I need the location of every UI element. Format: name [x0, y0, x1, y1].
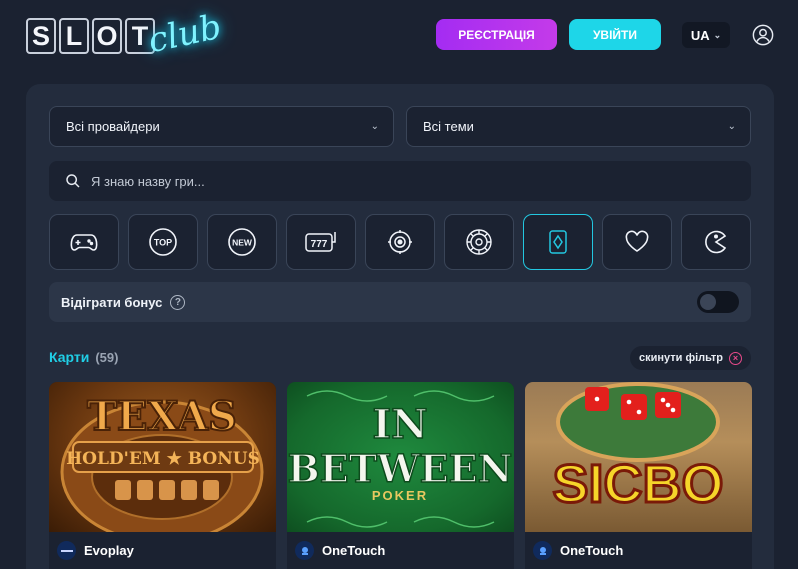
in-between-poker-artwork: IN BETWEEN POKER [287, 390, 513, 528]
slot-machine-icon: 777 [305, 232, 336, 252]
onetouch-logo-icon [533, 541, 552, 560]
heart-icon [625, 230, 649, 252]
reset-filter-button[interactable]: скинути фільтр × [630, 346, 751, 370]
chevron-down-icon: ⌄ [370, 121, 379, 132]
target-icon [388, 230, 412, 254]
pacman-icon [705, 230, 727, 254]
wager-bonus-row: Відіграти бонус ? [49, 282, 751, 322]
logo-letter: S [26, 18, 56, 54]
close-icon: × [729, 351, 743, 365]
search-icon [66, 174, 80, 188]
search-input[interactable] [91, 173, 691, 189]
category-arcade[interactable] [681, 214, 751, 270]
category-slots[interactable]: 777 [286, 214, 356, 270]
game-thumbnail[interactable]: IN BETWEEN POKER [287, 382, 514, 532]
game-art-caption: POKER [372, 488, 428, 503]
game-card[interactable]: SICBO OneTouch [525, 382, 752, 569]
section-header: Карти (59) [49, 349, 118, 365]
category-target[interactable] [365, 214, 435, 270]
register-button[interactable]: Реєстрація [436, 19, 557, 50]
onetouch-logo-icon [295, 541, 314, 560]
logo-club-word: club [144, 6, 225, 62]
top-icon: TOP [149, 228, 177, 256]
game-art-subtitle: HOLD'EM ★ BONUS [66, 449, 260, 469]
user-account-icon[interactable] [752, 24, 774, 46]
themes-dropdown-value: Всі теми [423, 119, 474, 134]
chevron-down-icon: ⌄ [713, 29, 722, 40]
providers-dropdown-value: Всі провайдери [66, 119, 160, 134]
sicbo-artwork: SICBO [551, 382, 725, 516]
chevron-down-icon: ⌄ [727, 121, 736, 132]
wager-bonus-label: Відіграти бонус [61, 294, 163, 310]
provider-name: Evoplay [84, 543, 134, 558]
wager-bonus-toggle[interactable] [697, 291, 739, 313]
slotclub-logo[interactable]: S L O T club [26, 6, 226, 64]
help-icon[interactable]: ? [170, 294, 186, 310]
category-roulette[interactable] [444, 214, 514, 270]
game-art-title: TEXAS [87, 393, 237, 440]
cards-icon [549, 230, 567, 254]
category-bar: TOP NEW 777 [49, 214, 751, 270]
slot-icon-text: 777 [311, 239, 328, 250]
section-title: Карти [49, 349, 90, 365]
new-icon-text: NEW [232, 238, 253, 248]
roulette-icon [466, 229, 492, 255]
game-art-title: SICBO [552, 454, 723, 514]
category-all-games[interactable] [49, 214, 119, 270]
logo-slot-word: S L O T [26, 18, 155, 54]
toggle-knob [700, 294, 716, 310]
category-top[interactable]: TOP [128, 214, 198, 270]
game-card-footer: OneTouch [525, 532, 752, 569]
game-art-title: IN [372, 401, 427, 448]
game-card-footer: OneTouch [287, 532, 514, 569]
provider-name: OneTouch [322, 543, 386, 558]
new-icon: NEW [228, 228, 256, 256]
category-favorites[interactable] [602, 214, 672, 270]
game-card-footer: Evoplay [49, 532, 276, 569]
game-art-subtitle: BETWEEN [288, 446, 513, 491]
category-new[interactable]: NEW [207, 214, 277, 270]
section-count: (59) [95, 350, 119, 365]
site-header: S L O T club Реєстрація Увійти UA ⌄ [0, 0, 798, 70]
category-cards[interactable] [523, 214, 593, 270]
game-card[interactable]: TEXAS HOLD'EM ★ BONUS Evoplay [49, 382, 276, 569]
language-selector[interactable]: UA ⌄ [682, 22, 730, 48]
gamepad-icon [70, 234, 98, 251]
language-code: UA [690, 27, 710, 43]
game-grid: TEXAS HOLD'EM ★ BONUS Evoplay IN BETWEEN… [49, 382, 752, 569]
reset-filter-label: скинути фільтр [638, 352, 724, 364]
top-icon-text: TOP [154, 238, 172, 248]
game-search-bar[interactable] [49, 161, 751, 201]
game-card[interactable]: IN BETWEEN POKER OneTouch [287, 382, 514, 569]
logo-letter: O [92, 18, 122, 54]
logo-letter: L [59, 18, 89, 54]
provider-name: OneTouch [560, 543, 624, 558]
game-thumbnail[interactable]: SICBO [525, 382, 752, 532]
providers-dropdown[interactable]: Всі провайдери ⌄ [49, 106, 394, 147]
themes-dropdown[interactable]: Всі теми ⌄ [406, 106, 751, 147]
texas-holdem-artwork: TEXAS HOLD'EM ★ BONUS [60, 392, 264, 532]
evoplay-logo-icon [57, 541, 76, 560]
login-button[interactable]: Увійти [569, 19, 661, 50]
game-thumbnail[interactable]: TEXAS HOLD'EM ★ BONUS [49, 382, 276, 532]
